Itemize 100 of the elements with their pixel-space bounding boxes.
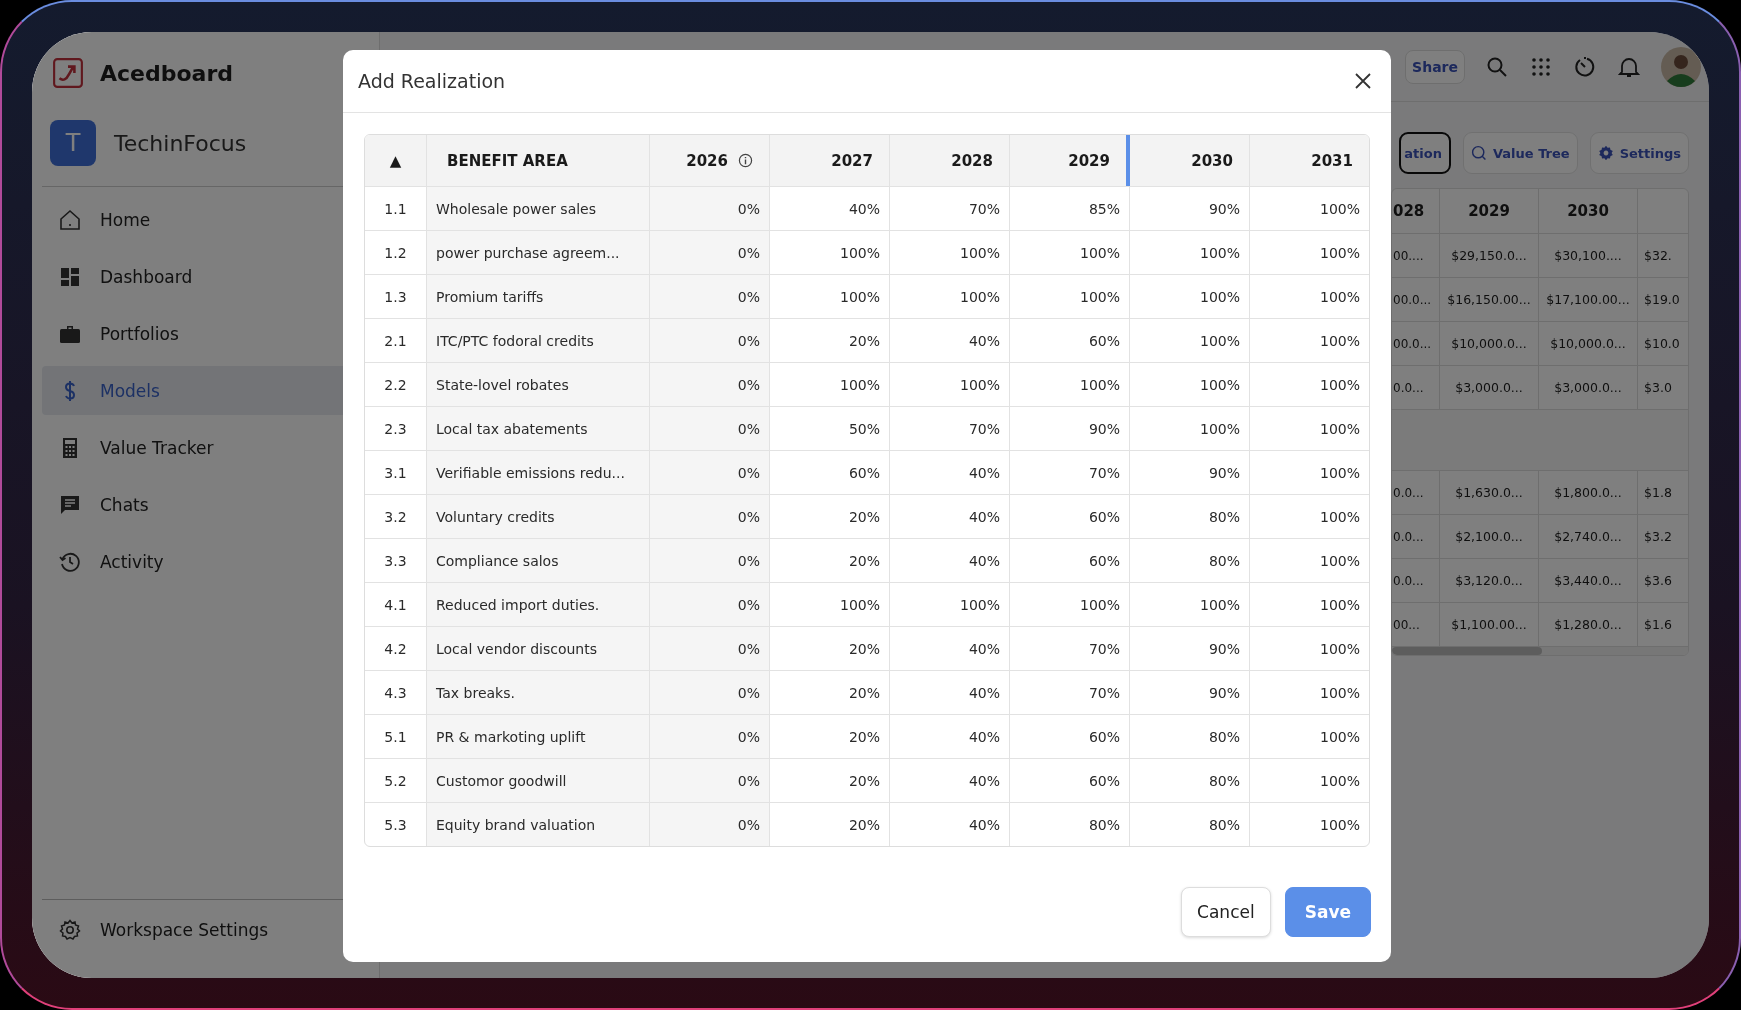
table-cell[interactable]: 0% (650, 495, 770, 538)
table-cell[interactable]: 0% (650, 187, 770, 230)
table-cell[interactable]: 60% (1010, 495, 1130, 538)
table-cell[interactable]: 40% (890, 759, 1010, 802)
table-cell[interactable]: 100% (1250, 275, 1369, 318)
table-cell[interactable]: 0% (650, 539, 770, 582)
table-cell[interactable]: 40% (890, 715, 1010, 758)
table-cell[interactable]: 100% (1250, 495, 1369, 538)
table-cell[interactable]: 60% (1010, 539, 1130, 582)
table-cell[interactable]: 100% (890, 231, 1010, 274)
table-cell[interactable]: 0% (650, 275, 770, 318)
column-header[interactable]: 2029 (1010, 135, 1130, 186)
table-cell[interactable]: 40% (890, 495, 1010, 538)
table-cell[interactable]: 100% (770, 275, 890, 318)
table-cell[interactable]: 20% (770, 539, 890, 582)
table-cell[interactable]: 0% (650, 759, 770, 802)
table-cell[interactable]: 80% (1010, 803, 1130, 846)
cancel-button[interactable]: Cancel (1181, 887, 1271, 937)
table-cell[interactable]: 100% (1130, 407, 1250, 450)
table-cell[interactable]: 0% (650, 319, 770, 362)
table-cell[interactable]: 100% (1250, 363, 1369, 406)
table-cell[interactable]: 100% (890, 275, 1010, 318)
table-cell[interactable]: 100% (770, 363, 890, 406)
table-cell[interactable]: 90% (1130, 671, 1250, 714)
table-cell[interactable]: 40% (890, 319, 1010, 362)
column-header[interactable]: 2030 (1130, 135, 1250, 186)
table-cell[interactable]: 70% (1010, 627, 1130, 670)
table-cell[interactable]: 60% (770, 451, 890, 494)
table-cell[interactable]: 70% (890, 407, 1010, 450)
table-cell[interactable]: 40% (890, 539, 1010, 582)
table-cell[interactable]: 40% (890, 451, 1010, 494)
table-cell[interactable]: 0% (650, 627, 770, 670)
table-cell[interactable]: 0% (650, 583, 770, 626)
table-cell[interactable]: 60% (1010, 759, 1130, 802)
table-cell[interactable]: 100% (1010, 583, 1130, 626)
table-cell[interactable]: 100% (1250, 671, 1369, 714)
table-cell[interactable]: 20% (770, 319, 890, 362)
table-cell[interactable]: 100% (1250, 319, 1369, 362)
table-cell[interactable]: 100% (1130, 319, 1250, 362)
table-cell[interactable]: 0% (650, 231, 770, 274)
table-cell[interactable]: 60% (1010, 715, 1130, 758)
table-cell[interactable]: 100% (770, 583, 890, 626)
table-cell[interactable]: 100% (890, 583, 1010, 626)
info-icon[interactable] (738, 153, 753, 168)
table-cell[interactable]: 90% (1130, 187, 1250, 230)
table-cell[interactable]: 20% (770, 671, 890, 714)
workspace-name[interactable]: TechinFocus (114, 130, 247, 156)
table-cell[interactable]: 40% (890, 803, 1010, 846)
table-cell[interactable]: 100% (1130, 363, 1250, 406)
close-icon[interactable] (1353, 71, 1373, 91)
table-cell[interactable]: 100% (1250, 451, 1369, 494)
user-avatar[interactable] (1661, 46, 1701, 87)
table-cell[interactable]: 80% (1130, 803, 1250, 846)
table-cell[interactable]: 90% (1010, 407, 1130, 450)
table-cell[interactable]: 70% (1010, 671, 1130, 714)
table-cell[interactable]: 85% (1010, 187, 1130, 230)
table-cell[interactable]: 90% (1130, 451, 1250, 494)
table-cell[interactable]: 0% (650, 671, 770, 714)
table-cell[interactable]: 20% (770, 715, 890, 758)
table-cell[interactable]: 20% (770, 495, 890, 538)
table-cell[interactable]: 100% (1010, 363, 1130, 406)
table-cell[interactable]: 70% (890, 187, 1010, 230)
table-cell[interactable]: 100% (1130, 275, 1250, 318)
table-cell[interactable]: 90% (1130, 627, 1250, 670)
table-cell[interactable]: 20% (770, 759, 890, 802)
table-cell[interactable]: 80% (1130, 759, 1250, 802)
column-header[interactable]: 2031 (1250, 135, 1369, 186)
table-cell[interactable]: 80% (1130, 539, 1250, 582)
table-cell[interactable]: 70% (1010, 451, 1130, 494)
table-cell[interactable]: 100% (1250, 187, 1369, 230)
table-cell[interactable]: 100% (1250, 759, 1369, 802)
table-cell[interactable]: 0% (650, 363, 770, 406)
table-cell[interactable]: 60% (1010, 319, 1130, 362)
table-cell[interactable]: 100% (1130, 231, 1250, 274)
table-cell[interactable]: 100% (1250, 627, 1369, 670)
table-cell[interactable]: 40% (890, 627, 1010, 670)
table-cell[interactable]: 0% (650, 451, 770, 494)
table-cell[interactable]: 100% (1250, 231, 1369, 274)
table-cell[interactable]: 20% (770, 803, 890, 846)
table-cell[interactable]: 40% (770, 187, 890, 230)
table-cell[interactable]: 100% (1250, 539, 1369, 582)
table-cell[interactable]: 50% (770, 407, 890, 450)
timer-icon[interactable] (1573, 54, 1597, 79)
table-cell[interactable]: 20% (770, 627, 890, 670)
scrollbar-thumb[interactable] (1392, 647, 1542, 655)
table-cell[interactable]: 100% (1130, 583, 1250, 626)
table-cell[interactable]: 0% (650, 715, 770, 758)
table-cell[interactable]: 100% (1250, 407, 1369, 450)
column-header[interactable]: 2028 (890, 135, 1010, 186)
table-cell[interactable]: 80% (1130, 495, 1250, 538)
table-cell[interactable]: 100% (890, 363, 1010, 406)
table-cell[interactable]: 100% (1250, 803, 1369, 846)
table-cell[interactable]: 40% (890, 671, 1010, 714)
table-cell[interactable]: 0% (650, 407, 770, 450)
table-cell[interactable]: 100% (1250, 583, 1369, 626)
table-cell[interactable]: 100% (770, 231, 890, 274)
column-header[interactable]: 2027 (770, 135, 890, 186)
table-cell[interactable]: 100% (1010, 275, 1130, 318)
table-cell[interactable]: 80% (1130, 715, 1250, 758)
table-cell[interactable]: 100% (1250, 715, 1369, 758)
